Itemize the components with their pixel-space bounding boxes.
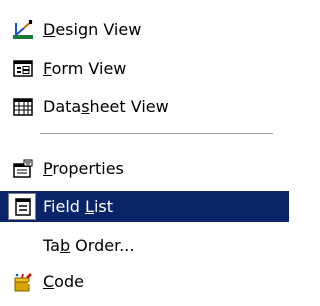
menu-item-label: Tab Order... <box>43 236 135 255</box>
menu-item-label: Properties <box>43 159 124 178</box>
menu-item-code[interactable]: Code <box>0 266 289 297</box>
menu-separator <box>40 133 273 135</box>
context-menu: Design View Form View Datasheet View Pro… <box>0 0 289 306</box>
menu-item-label: Design View <box>43 20 142 39</box>
code-icon <box>12 271 34 293</box>
design-view-icon <box>12 19 34 41</box>
menu-item-label: Field List <box>43 197 113 216</box>
menu-item-field-list[interactable]: Field List <box>0 191 289 222</box>
menu-item-form-view[interactable]: Form View <box>0 53 289 84</box>
menu-item-label: Code <box>43 272 84 291</box>
menu-item-label: Form View <box>43 59 127 78</box>
menu-item-label: Datasheet View <box>43 97 169 116</box>
datasheet-view-icon <box>12 96 34 118</box>
menu-item-properties[interactable]: Properties <box>0 153 289 184</box>
field-list-icon <box>12 196 34 218</box>
form-view-icon <box>12 58 34 80</box>
properties-icon <box>12 158 34 180</box>
menu-item-datasheet-view[interactable]: Datasheet View <box>0 91 289 122</box>
menu-item-design-view[interactable]: Design View <box>0 14 289 45</box>
menu-item-tab-order[interactable]: Tab Order... <box>0 230 289 261</box>
